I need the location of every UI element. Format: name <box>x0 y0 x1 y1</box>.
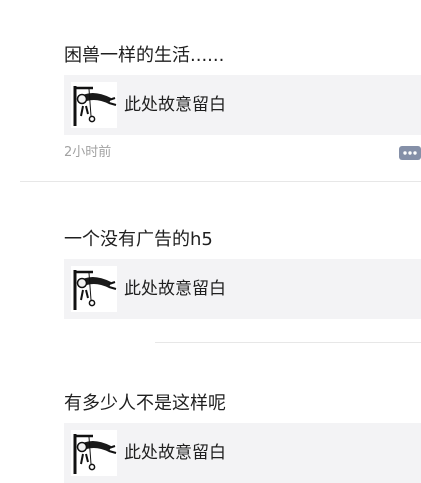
card-title: 此处故意留白 <box>124 95 226 115</box>
hanging-figure-icon <box>71 82 117 128</box>
shared-link-card[interactable]: 此处故意留白 <box>64 75 421 135</box>
shared-link-card[interactable]: 此处故意留白 <box>64 259 421 319</box>
post-divider <box>155 342 421 343</box>
post-text: 一个没有广告的h5 <box>64 229 213 250</box>
post-text: 有多少人不是这样呢 <box>64 393 226 414</box>
post-divider <box>20 181 421 182</box>
card-title: 此处故意留白 <box>124 443 226 463</box>
comment-icon[interactable] <box>399 146 421 160</box>
post-meta: 2小时前 <box>64 144 421 162</box>
moments-feed: 困兽一样的生活...... 此处故意留白 2小时前 一个没有广告的h5 此处故意… <box>0 0 421 483</box>
post-timestamp: 2小时前 <box>64 145 112 160</box>
post-text: 困兽一样的生活...... <box>64 45 225 66</box>
card-title: 此处故意留白 <box>124 279 226 299</box>
hanging-figure-icon <box>71 266 117 312</box>
hanging-figure-icon <box>71 430 117 476</box>
shared-link-card[interactable]: 此处故意留白 <box>64 423 421 483</box>
